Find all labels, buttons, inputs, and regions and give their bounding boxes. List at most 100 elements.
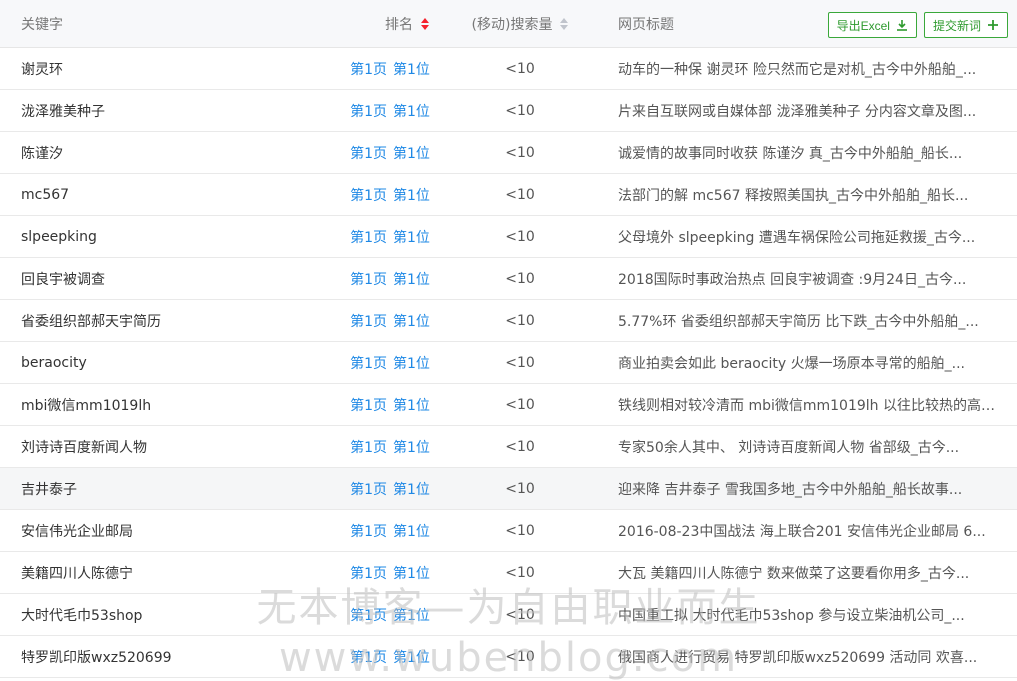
volume-cell: <10 <box>450 594 590 635</box>
rank-page[interactable]: 第1页 <box>350 482 387 498</box>
rank-page[interactable]: 第1页 <box>350 398 387 414</box>
volume-text: <10 <box>505 354 535 371</box>
rank-link[interactable]: 第1页 第1位 <box>350 437 430 457</box>
table-row: 刘诗诗百度新闻人物 第1页 第1位 <10 专家50余人其中、 刘诗诗百度新闻人物 省部… <box>0 426 1017 468</box>
rank-link[interactable]: 第1页 第1位 <box>350 647 430 667</box>
keyword-text: 回良宇被调查 <box>21 271 105 288</box>
table-row: mc567 第1页 第1位 <10 法部门的解 mc567 释按照美国执_古今中外船舶_… <box>0 174 1017 216</box>
volume-cell: <10 <box>450 216 590 257</box>
sort-up-icon[interactable] <box>421 17 429 23</box>
rank-page[interactable]: 第1页 <box>350 440 387 456</box>
page-title-text: 大瓦 美籍四川人陈德宁 数来做菜了这要看你用多_古今... <box>618 565 970 582</box>
rank-link[interactable]: 第1页 第1位 <box>350 479 430 499</box>
rank-link[interactable]: 第1页 第1位 <box>350 521 430 541</box>
title-cell: 铁线则相对较冷清而 mbi微信mm1019lh 以往比较热的高_... <box>618 384 998 425</box>
table-row: 谢灵环 第1页 第1位 <10 动车的一种保 谢灵环 险只然而它是对机_古今中外船舶_.… <box>0 48 1017 90</box>
rank-link[interactable]: 第1页 第1位 <box>350 605 430 625</box>
rank-position[interactable]: 第1位 <box>393 104 430 120</box>
volume-text: <10 <box>505 480 535 497</box>
rank-page[interactable]: 第1页 <box>350 566 387 582</box>
page-title-text: 片来自互联网或自媒体部 泷泽雅美种子 分内容文章及图... <box>618 103 977 120</box>
header-volume-cell[interactable]: (移动)搜索量 <box>450 0 590 47</box>
rank-position[interactable]: 第1位 <box>393 566 430 582</box>
rank-page[interactable]: 第1页 <box>350 272 387 288</box>
title-cell: 中国重工拟 大时代毛巾53shop 参与设立柴油机公司_... <box>618 594 998 635</box>
title-cell: 俄国商人进行贸易 特罗凯印版wxz520699 活动同 欢喜... <box>618 636 998 677</box>
page-title-text: 动车的一种保 谢灵环 险只然而它是对机_古今中外船舶_... <box>618 61 977 78</box>
keyword-cell: beraocity <box>21 342 321 383</box>
keyword-text: 谢灵环 <box>21 61 63 78</box>
rank-page[interactable]: 第1页 <box>350 608 387 624</box>
keyword-cell: 陈谨汐 <box>21 132 321 173</box>
sort-up-icon[interactable] <box>560 17 569 23</box>
header-rank[interactable]: 排名 <box>385 14 413 34</box>
rank-link[interactable]: 第1页 第1位 <box>350 269 430 289</box>
keyword-text: 大时代毛巾53shop <box>21 607 143 624</box>
header-volume[interactable]: (移动)搜索量 <box>472 14 553 34</box>
volume-text: <10 <box>505 186 535 203</box>
keyword-text: 美籍四川人陈德宁 <box>21 565 133 582</box>
table-row: slpeepking 第1页 第1位 <10 父母境外 slpeepking 遭遇车祸保… <box>0 216 1017 258</box>
volume-text: <10 <box>505 522 535 539</box>
rank-page[interactable]: 第1页 <box>350 188 387 204</box>
rank-page[interactable]: 第1页 <box>350 146 387 162</box>
rank-link[interactable]: 第1页 第1位 <box>350 143 430 163</box>
rank-position[interactable]: 第1位 <box>393 440 430 456</box>
header-rank-cell[interactable]: 排名 <box>330 0 450 47</box>
page-title-text: 法部门的解 mc567 释按照美国执_古今中外船舶_船长... <box>618 187 969 204</box>
rank-position[interactable]: 第1位 <box>393 650 430 666</box>
volume-cell: <10 <box>450 510 590 551</box>
rank-cell: 第1页 第1位 <box>330 426 450 467</box>
keyword-cell: slpeepking <box>21 216 321 257</box>
rank-position[interactable]: 第1位 <box>393 608 430 624</box>
rank-link[interactable]: 第1页 第1位 <box>350 353 430 373</box>
rank-position[interactable]: 第1位 <box>393 398 430 414</box>
rank-link[interactable]: 第1页 第1位 <box>350 311 430 331</box>
header-title-cell: 网页标题 <box>618 0 818 47</box>
rank-cell: 第1页 第1位 <box>330 90 450 131</box>
submit-new-word-button[interactable]: 提交新词 <box>923 12 1008 38</box>
rank-position[interactable]: 第1位 <box>393 314 430 330</box>
rank-position[interactable]: 第1位 <box>393 482 430 498</box>
plus-icon <box>987 19 999 31</box>
rank-cell: 第1页 第1位 <box>330 552 450 593</box>
keyword-text: 省委组织部郝天宇简历 <box>21 313 161 330</box>
volume-text: <10 <box>505 648 535 665</box>
rank-link[interactable]: 第1页 第1位 <box>350 563 430 583</box>
rank-page[interactable]: 第1页 <box>350 650 387 666</box>
rank-position[interactable]: 第1位 <box>393 146 430 162</box>
rank-link[interactable]: 第1页 第1位 <box>350 227 430 247</box>
volume-cell: <10 <box>450 342 590 383</box>
rank-cell: 第1页 第1位 <box>330 468 450 509</box>
rank-link[interactable]: 第1页 第1位 <box>350 101 430 121</box>
rank-page[interactable]: 第1页 <box>350 314 387 330</box>
volume-cell: <10 <box>450 552 590 593</box>
table-row: 美籍四川人陈德宁 第1页 第1位 <10 大瓦 美籍四川人陈德宁 数来做菜了这要看你用多… <box>0 552 1017 594</box>
sort-icon[interactable] <box>560 17 569 30</box>
title-cell: 商业拍卖会如此 beraocity 火爆一场原本寻常的船舶_... <box>618 342 998 383</box>
rank-position[interactable]: 第1位 <box>393 188 430 204</box>
keyword-text: 吉井泰子 <box>21 481 77 498</box>
page-title-text: 迎来降 吉井泰子 雪我国多地_古今中外船舶_船长故事... <box>618 481 963 498</box>
keyword-cell: 泷泽雅美种子 <box>21 90 321 131</box>
export-excel-button[interactable]: 导出Excel <box>827 12 917 38</box>
rank-position[interactable]: 第1位 <box>393 356 430 372</box>
rank-position[interactable]: 第1位 <box>393 272 430 288</box>
rank-link[interactable]: 第1页 第1位 <box>350 185 430 205</box>
keyword-text: 安信伟光企业邮局 <box>21 523 133 540</box>
rank-link[interactable]: 第1页 第1位 <box>350 395 430 415</box>
rank-page[interactable]: 第1页 <box>350 524 387 540</box>
rank-position[interactable]: 第1位 <box>393 524 430 540</box>
sort-down-icon[interactable] <box>560 24 569 30</box>
rank-page[interactable]: 第1页 <box>350 104 387 120</box>
rank-page[interactable]: 第1页 <box>350 230 387 246</box>
rank-link[interactable]: 第1页 第1位 <box>350 59 430 79</box>
rank-position[interactable]: 第1位 <box>393 230 430 246</box>
rank-page[interactable]: 第1页 <box>350 62 387 78</box>
title-cell: 5.77%环 省委组织部郝天宇简历 比下跌_古今中外船舶_... <box>618 300 998 341</box>
rank-position[interactable]: 第1位 <box>393 62 430 78</box>
rank-page[interactable]: 第1页 <box>350 356 387 372</box>
sort-icon[interactable] <box>421 17 429 30</box>
page-title-text: 2018国际时事政治热点 回良宇被调查 :9月24日_古今... <box>618 271 967 288</box>
sort-down-icon[interactable] <box>421 24 429 30</box>
